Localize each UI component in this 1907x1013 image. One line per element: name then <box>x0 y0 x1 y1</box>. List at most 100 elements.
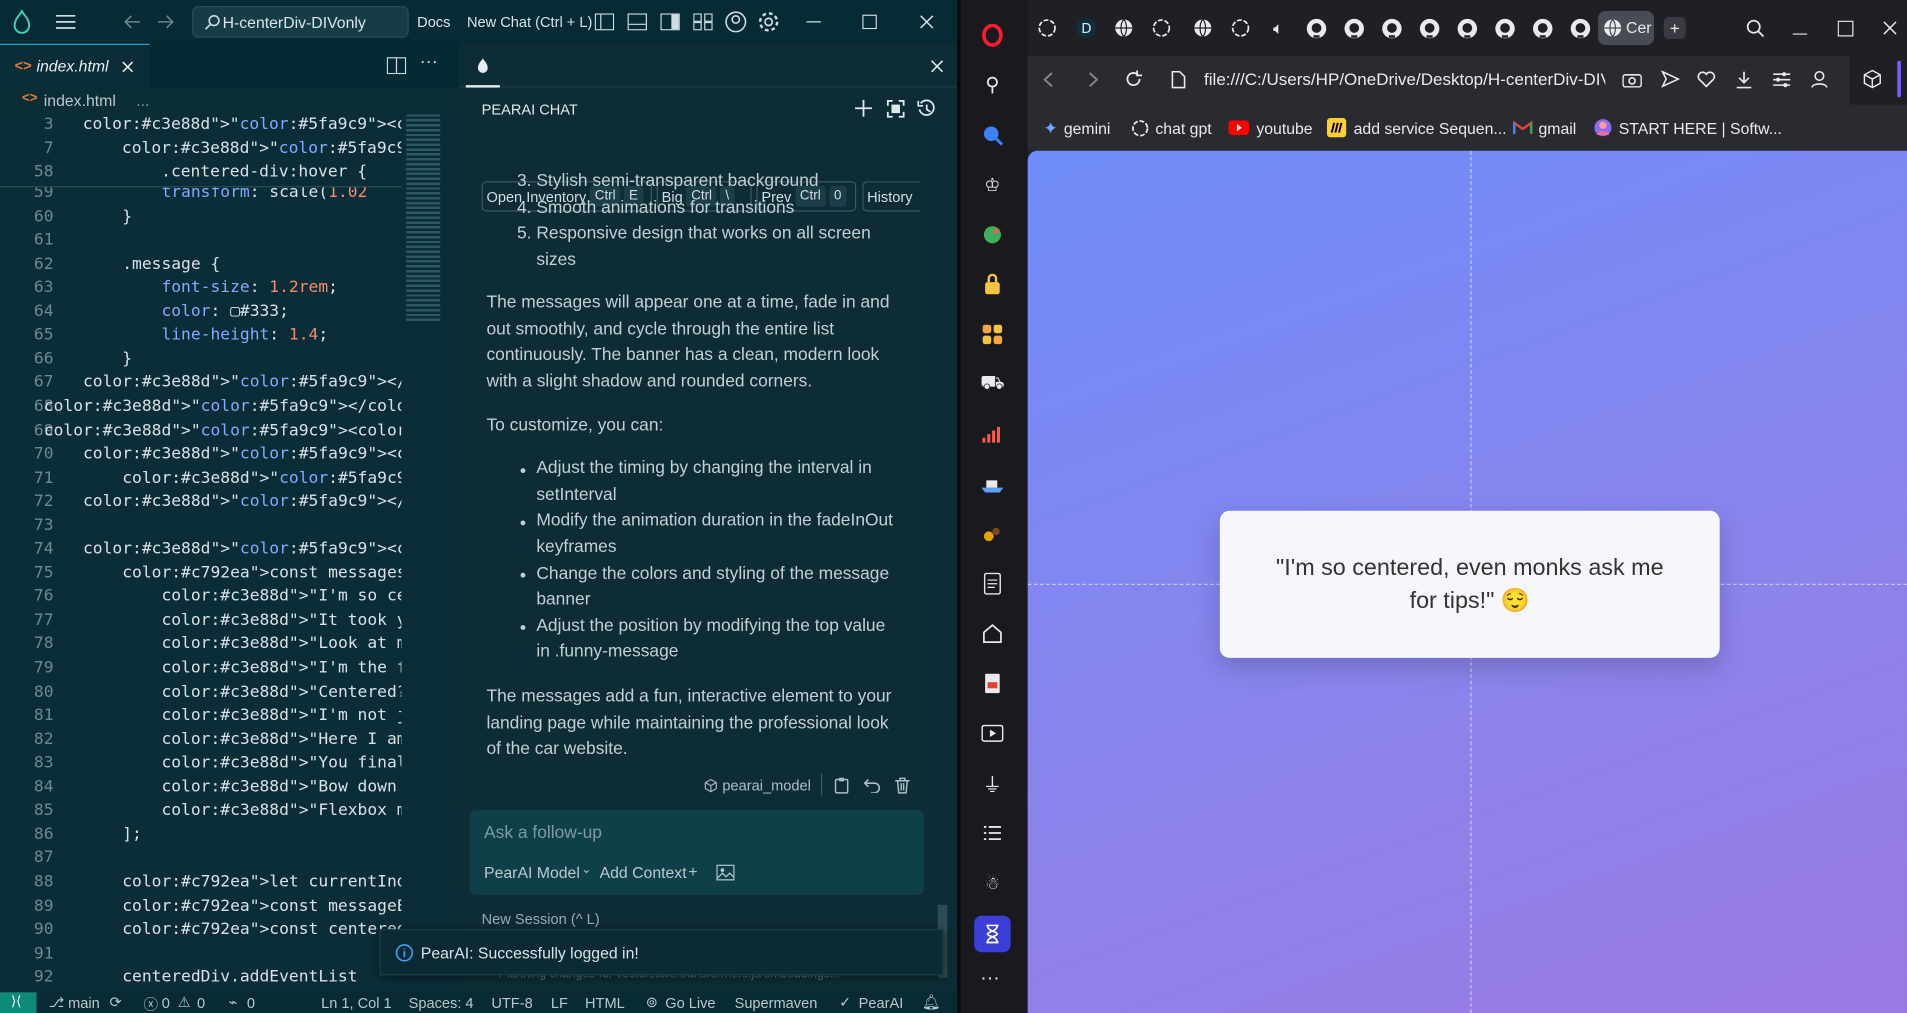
menu-icon[interactable] <box>54 11 78 33</box>
copy-icon[interactable] <box>832 776 851 795</box>
bookmark-chat-gpt[interactable]: chat gpt <box>1131 117 1212 139</box>
cursor-position[interactable]: Ln 1, Col 1 <box>321 995 392 1012</box>
bookmark-youtube[interactable]: youtube <box>1228 117 1313 139</box>
bookmark-gmail[interactable]: gmail <box>1512 117 1576 139</box>
toggle-secondary-sidebar-icon[interactable] <box>659 11 681 33</box>
code-line[interactable]: color:#c3e88d">"color:#5fa9c9"></color:#… <box>44 398 459 416</box>
chart-bars-icon[interactable] <box>979 421 1006 448</box>
toggle-panel-icon[interactable] <box>626 11 648 33</box>
dragon-icon[interactable] <box>979 221 1006 248</box>
ports-count[interactable]: 0 <box>247 995 255 1012</box>
history-icon[interactable] <box>916 97 938 119</box>
ship-icon[interactable] <box>979 471 1006 498</box>
customize-layout-icon[interactable] <box>692 11 714 33</box>
code-editor[interactable]: 59 transform: scale(1.02 60 } 61 62 .messag… <box>0 114 459 993</box>
github-tab-icon[interactable] <box>1340 15 1367 42</box>
active-tab[interactable]: Cer <box>1598 10 1655 45</box>
speaker-tab-icon[interactable]: 🔈︎ <box>1265 15 1292 42</box>
model-select[interactable]: PearAI Model <box>484 863 580 881</box>
supermaven-status[interactable]: Supermaven <box>735 995 818 1012</box>
chatgpt-tab-icon[interactable] <box>1148 15 1175 42</box>
go-live-button[interactable]: Go Live <box>665 995 715 1012</box>
bowl-icon[interactable]: ⏚ <box>979 770 1006 797</box>
more-dots-icon[interactable]: ··· <box>980 968 999 990</box>
chatgpt-tab-icon[interactable] <box>1034 15 1061 42</box>
follow-up-input-box[interactable]: Ask a follow-up PearAI Model ⌄ Add Conte… <box>469 809 925 896</box>
bell-icon[interactable]: 🔔︎ <box>922 994 941 1011</box>
minimize-icon[interactable] <box>803 11 825 33</box>
globe-tab-icon[interactable] <box>1189 15 1216 42</box>
send-icon[interactable] <box>1659 68 1681 90</box>
video-player-icon[interactable] <box>979 720 1006 747</box>
centered-div[interactable]: "I'm so centered, even monks ask me for … <box>1219 510 1720 658</box>
code-line[interactable]: color:#c3e88d">"color:#5fa9c9"><color:#c… <box>44 540 458 558</box>
code-line[interactable]: centeredDiv.addEventList <box>44 968 358 986</box>
github-tab-icon[interactable] <box>1453 15 1480 42</box>
code-line[interactable]: color:#c3e88d">"color:#5fa9c9"><color:#c… <box>44 469 458 487</box>
search-globe-icon[interactable] <box>979 122 1006 149</box>
download-icon[interactable] <box>1733 68 1755 90</box>
code-line[interactable]: color:#c3e88d">"color:#5fa9c9"><color:#c… <box>44 445 458 463</box>
fullscreen-icon[interactable] <box>884 97 906 119</box>
docs-button[interactable]: Docs <box>417 13 450 30</box>
add-context-button[interactable]: Add Context <box>600 863 687 881</box>
search-tabs-icon[interactable] <box>1744 17 1766 39</box>
cube-extension-icon[interactable] <box>1861 68 1883 90</box>
sticky-scroll[interactable]: 3color:#c3e88d">"color:#5fa9c9"><color:#… <box>0 114 459 188</box>
github-tab-icon[interactable] <box>1378 15 1405 42</box>
back-arrow-icon[interactable] <box>122 11 144 33</box>
code-line[interactable]: color:#c3e88d">"color:#5fa9c9"></color:#… <box>44 493 458 511</box>
car-icon[interactable]: ⛟ <box>979 371 1006 398</box>
breadcrumb-file[interactable]: index.html <box>44 91 116 109</box>
bookmark-start-here[interactable]: START HERE | Softw... <box>1593 117 1782 139</box>
new-chat-button[interactable]: New Chat (Ctrl + L) <box>467 13 592 30</box>
command-center-search[interactable]: H-centerDiv-DIVonly <box>192 6 409 38</box>
bookmark-gemini[interactable]: ✦ gemini <box>1043 117 1110 139</box>
lock-bag-icon[interactable] <box>979 271 1006 298</box>
people-icon[interactable] <box>979 321 1006 348</box>
notification-toast[interactable]: PearAI: Successfully logged in! <box>379 929 944 976</box>
code-line[interactable]: color:#c3e88d">"You finally did it. <box>44 754 458 772</box>
pearai-status[interactable]: PearAI <box>859 995 904 1012</box>
new-tab-plus-icon[interactable]: + <box>1663 17 1686 39</box>
globe-tab-icon[interactable] <box>1110 15 1137 42</box>
remote-indicator[interactable]: ⟩⟨ <box>0 992 37 1013</box>
close-panel-icon[interactable] <box>928 57 945 74</box>
bike-icon[interactable]: ⚲ <box>979 72 1006 99</box>
close-window-icon[interactable] <box>1879 17 1901 39</box>
indentation[interactable]: Spaces: 4 <box>409 995 474 1012</box>
crown-icon[interactable]: ♔ <box>979 171 1006 198</box>
opera-logo-icon[interactable] <box>979 22 1006 49</box>
new-session-button[interactable]: New Session (^ L) <box>482 911 600 928</box>
dots-cluster-icon[interactable] <box>979 520 1006 547</box>
github-tab-icon[interactable] <box>1529 15 1556 42</box>
code-line[interactable]: color: ▢#333; <box>44 303 289 321</box>
toggle-primary-sidebar-icon[interactable] <box>594 11 616 33</box>
camera-icon[interactable] <box>1621 68 1643 90</box>
code-line[interactable]: color:#c3e88d">"Bow down to the div- <box>44 778 458 796</box>
code-line[interactable]: line-height: 1.4; <box>44 326 328 344</box>
trash-icon[interactable] <box>893 776 912 795</box>
code-line[interactable]: color:#c792ea">const messageElement = do <box>44 897 458 915</box>
code-line[interactable]: color:#c3e88d">"Flexbox made me flaw <box>44 802 458 820</box>
split-editor-icon[interactable] <box>386 55 408 77</box>
profile-icon[interactable] <box>1808 68 1830 90</box>
url-field[interactable]: file:///C:/Users/HP/OneDrive/Desktop/H-c… <box>1204 69 1605 88</box>
code-line[interactable]: color:#c3e88d">"Look at me—perfectly <box>44 635 458 653</box>
code-line[interactable]: font-size: 1.2rem; <box>44 279 338 297</box>
encoding[interactable]: UTF-8 <box>491 995 532 1012</box>
hourglass-icon[interactable] <box>974 915 1011 953</box>
code-line[interactable]: color:#c3e88d">"It took you 3 hours <box>44 612 458 630</box>
forward-arrow-icon[interactable] <box>1082 68 1104 90</box>
chatgpt-tab-icon[interactable] <box>1227 15 1254 42</box>
maximize-icon[interactable] <box>1834 17 1856 39</box>
code-line[interactable]: color:#c3e88d">"I'm the flex in your <box>44 659 458 677</box>
maximize-icon[interactable] <box>859 11 881 33</box>
minimize-icon[interactable] <box>1789 17 1811 39</box>
code-line[interactable]: } <box>44 350 132 368</box>
code-line[interactable]: } <box>44 207 132 225</box>
undo-icon[interactable] <box>862 776 881 795</box>
notes-icon[interactable] <box>979 570 1006 597</box>
code-line[interactable]: color:#c3e88d">"color:#5fa9c9"></color:#… <box>44 374 458 392</box>
code-line[interactable]: .message { <box>44 255 220 273</box>
